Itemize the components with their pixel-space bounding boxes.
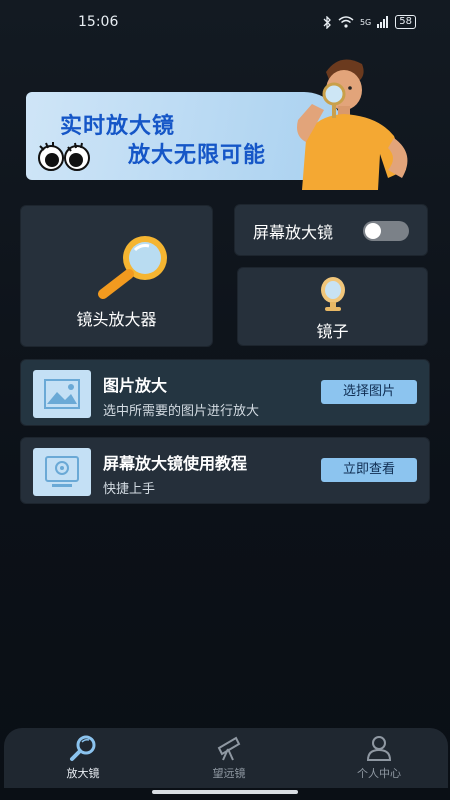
banner-subtitle: 放大无限可能 — [128, 143, 267, 168]
lens-magnifier-label: 镜头放大器 — [76, 310, 157, 329]
nav-label-profile: 个人中心 — [357, 767, 401, 780]
nav-label-telescope: 望远镜 — [212, 767, 246, 780]
select-picture-button[interactable]: 选择图片 — [321, 380, 417, 404]
tutorial-row[interactable]: 屏幕放大镜使用教程 快捷上手 立即查看 — [20, 437, 430, 504]
battery-indicator: 58 — [395, 15, 416, 29]
nav-item-telescope[interactable]: 望远镜 — [184, 734, 274, 781]
wifi-icon — [338, 16, 354, 28]
signal-icon — [377, 16, 389, 28]
screen-magnifier-card: 屏幕放大镜 — [234, 204, 428, 256]
screen-icon — [33, 448, 91, 496]
banner-title: 实时放大镜 — [60, 114, 176, 139]
bluetooth-icon — [323, 15, 331, 29]
mascot-with-magnifier-icon — [297, 59, 408, 190]
picture-magnify-row[interactable]: 图片放大 选中所需要的图片进行放大 选择图片 — [20, 359, 430, 426]
status-time: 15:06 — [78, 14, 119, 30]
home-indicator[interactable] — [152, 790, 298, 794]
status-bar: 15:06 5G 58 — [0, 0, 450, 44]
telescope-icon — [217, 736, 241, 761]
bottom-nav: 放大镜 望远镜 个人中心 — [4, 728, 448, 788]
mirror-card[interactable]: 镜子 — [237, 267, 428, 346]
view-now-button[interactable]: 立即查看 — [321, 458, 417, 482]
screen-magnifier-toggle[interactable] — [363, 221, 409, 241]
app-screen: 15:06 5G 58 实时放大镜 放大无限可能 镜头放大器 屏幕放大镜 镜子 … — [0, 0, 450, 800]
tutorial-title: 屏幕放大镜使用教程 — [103, 454, 248, 473]
signal-label: 5G — [359, 17, 372, 27]
person-icon — [366, 736, 392, 761]
picture-magnify-subtitle: 选中所需要的图片进行放大 — [103, 404, 260, 419]
toggle-knob — [365, 223, 381, 239]
nav-label-magnifier: 放大镜 — [66, 767, 100, 780]
lens-magnifier-card[interactable]: 镜头放大器 — [20, 205, 213, 347]
picture-magnify-title: 图片放大 — [103, 376, 168, 395]
status-icons: 5G 58 — [322, 15, 416, 29]
magnifier-icon — [70, 735, 96, 761]
magnifier-icon — [98, 236, 167, 299]
nav-item-profile[interactable]: 个人中心 — [334, 734, 424, 781]
image-icon — [33, 370, 91, 418]
mirror-icon — [321, 277, 345, 311]
mirror-label: 镜子 — [316, 322, 349, 341]
nav-item-magnifier[interactable]: 放大镜 — [38, 734, 128, 781]
cartoon-eyes-icon — [38, 142, 90, 171]
tutorial-subtitle: 快捷上手 — [103, 482, 156, 497]
screen-magnifier-label: 屏幕放大镜 — [253, 223, 334, 242]
